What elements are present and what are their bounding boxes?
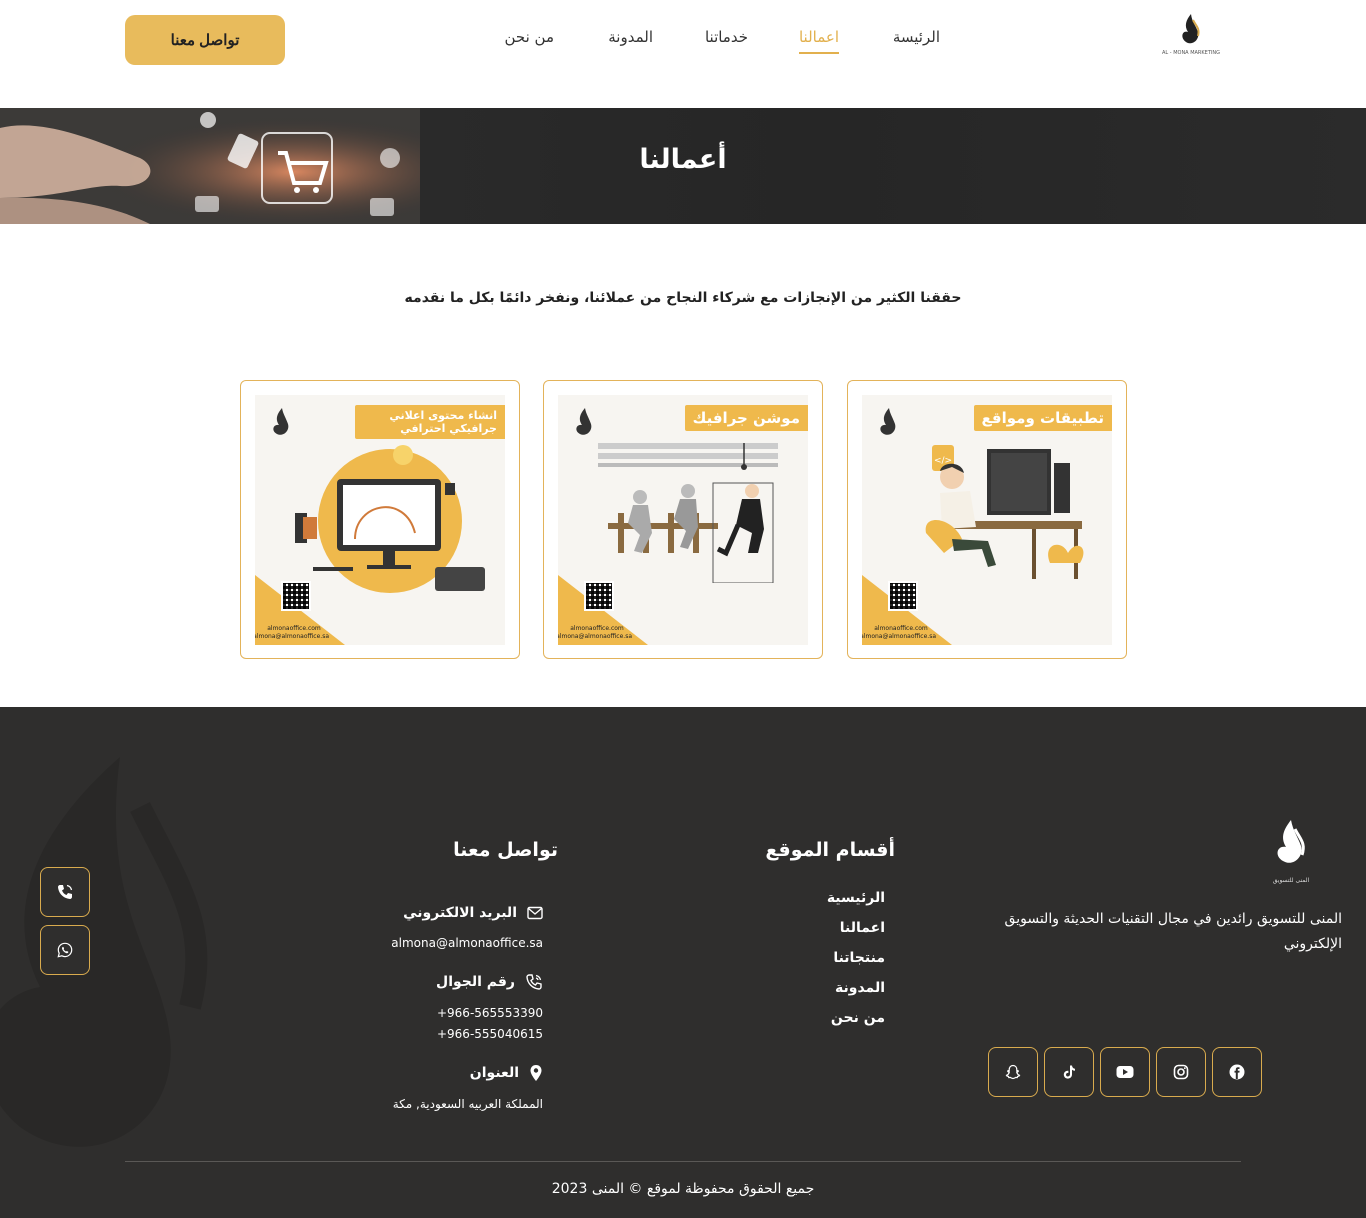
card-logo-icon [576,408,592,435]
youtube-icon [1116,1066,1134,1078]
graphic-design-illustration [295,445,485,593]
footer-link-our-work[interactable]: اعمالنا [827,920,885,936]
footer-sections-title: أقسام الموقع [765,839,895,861]
nav-item-our-work[interactable]: اعمالنا [798,28,839,54]
footer-contact: البريد الالكتروني almona@almonaoffice.sa… [313,905,543,1133]
whatsapp-float-button[interactable] [40,925,90,975]
site-header: AL - MONA MARKETING الرئيسة اعمالنا خدما… [0,0,1366,108]
phone-call-icon [58,884,73,899]
youtube-link[interactable] [1100,1047,1150,1097]
location-pin-icon [530,1064,542,1081]
developer-illustration: </> [925,445,1084,579]
contact-us-button[interactable]: تواصل معنا [125,15,285,65]
footer-divider [125,1161,1241,1162]
email-label: البريد الالكتروني [403,905,517,921]
footer-link-about[interactable]: من نحن [827,1010,885,1026]
card-tag: موشن جرافيك [684,405,808,431]
intro-text: حققنا الكثير من الإنجازات مع شركاء النجا… [404,290,962,306]
card-logo-icon [880,408,896,435]
footer-about-text: المنى للتسويق رائدين في مجال التقنيات ال… [1004,911,1342,952]
instagram-link[interactable] [1156,1047,1206,1097]
address-value: المملكة العربيه السعودية, مكة [392,1096,543,1111]
card-tag: انشاء محتوى اعلاني جرافيكي احترافي [355,405,505,440]
footer-logo[interactable]: المنى للتسويق [1266,817,1316,889]
portfolio-card-motion-graphics[interactable]: موشن جرافيك almonaoffice.com almona@almo… [543,380,823,659]
facebook-link[interactable] [1212,1047,1262,1097]
card-logo-icon [273,408,289,435]
copyright-text: جميع الحقوق محفوظة لموقع © المنى 2023 [551,1181,815,1197]
envelope-icon [527,906,543,920]
phone-label: رقم الجوال [436,973,515,990]
tiktok-link[interactable] [1044,1047,1094,1097]
nav-item-blog[interactable]: المدونة [608,28,653,52]
footer-logo-subtitle: المنى للتسويق [1272,877,1310,884]
phone-icon [526,973,542,990]
qr-code [584,581,614,611]
footer-link-blog[interactable]: المدونة [827,980,885,996]
qr-code [281,581,311,611]
social-links [988,1047,1262,1097]
nav-item-about[interactable]: من نحن [505,28,555,52]
site-footer: المنى للتسويق المنى للتسويق رائدين في مج… [0,707,1366,1218]
qr-code [888,581,918,611]
call-float-button[interactable] [40,867,90,917]
portfolio-card-graphic-content[interactable]: انشاء محتوى اعلاني جرافيكي احترافي almon… [240,380,520,659]
card-urls: almonaoffice.com almona@almonaoffice.sa [558,624,632,640]
nav-item-home[interactable]: الرئيسة [893,28,940,52]
instagram-icon [1173,1064,1189,1080]
card-image: انشاء محتوى اعلاني جرافيكي احترافي almon… [255,395,505,645]
card-urls: almonaoffice.com almona@almonaoffice.sa [255,624,329,640]
facebook-icon [1229,1064,1245,1080]
email-row: البريد الالكتروني [313,905,543,921]
phone-number-2[interactable]: +966-555040615 [313,1024,543,1046]
address-row: العنوان [313,1064,543,1082]
phone-number-1[interactable]: +966-565553390 [313,1003,543,1025]
phone-values: +966-565553390 +966-555040615 [313,1003,543,1046]
phone-row: رقم الجوال [313,973,543,991]
card-image: موشن جرافيك almonaoffice.com almona@almo… [558,395,808,645]
footer-contact-title: تواصل معنا [453,839,558,861]
footer-link-home[interactable]: الرئيسية [827,890,885,906]
footer-links: الرئيسية اعمالنا منتجاتنا المدونة من نحن [827,890,885,1026]
nav-item-services[interactable]: خدماتنا [705,28,748,52]
footer-link-products[interactable]: منتجاتنا [827,950,885,966]
whatsapp-icon [57,942,73,958]
email-value[interactable]: almona@almonaoffice.sa [313,933,543,955]
footer-logo-icon [1277,820,1305,863]
tiktok-icon [1063,1065,1075,1079]
footer-watermark-logo [0,757,208,1147]
page-banner: أعمالنا [0,108,1366,224]
page-title: أعمالنا [639,144,727,175]
card-image: تطبيقات ومواقع </> almonaoffice.com almo… [862,395,1112,645]
portfolio-card-apps-websites[interactable]: تطبيقات ومواقع </> almonaoffice.com almo… [847,380,1127,659]
card-tag: تطبيقات ومواقع [973,405,1112,431]
card-urls: almonaoffice.com almona@almonaoffice.sa [862,624,936,640]
runners-illustration [598,443,778,583]
address-label: العنوان [469,1064,519,1081]
snapchat-icon [1005,1064,1021,1080]
snapchat-link[interactable] [988,1047,1038,1097]
